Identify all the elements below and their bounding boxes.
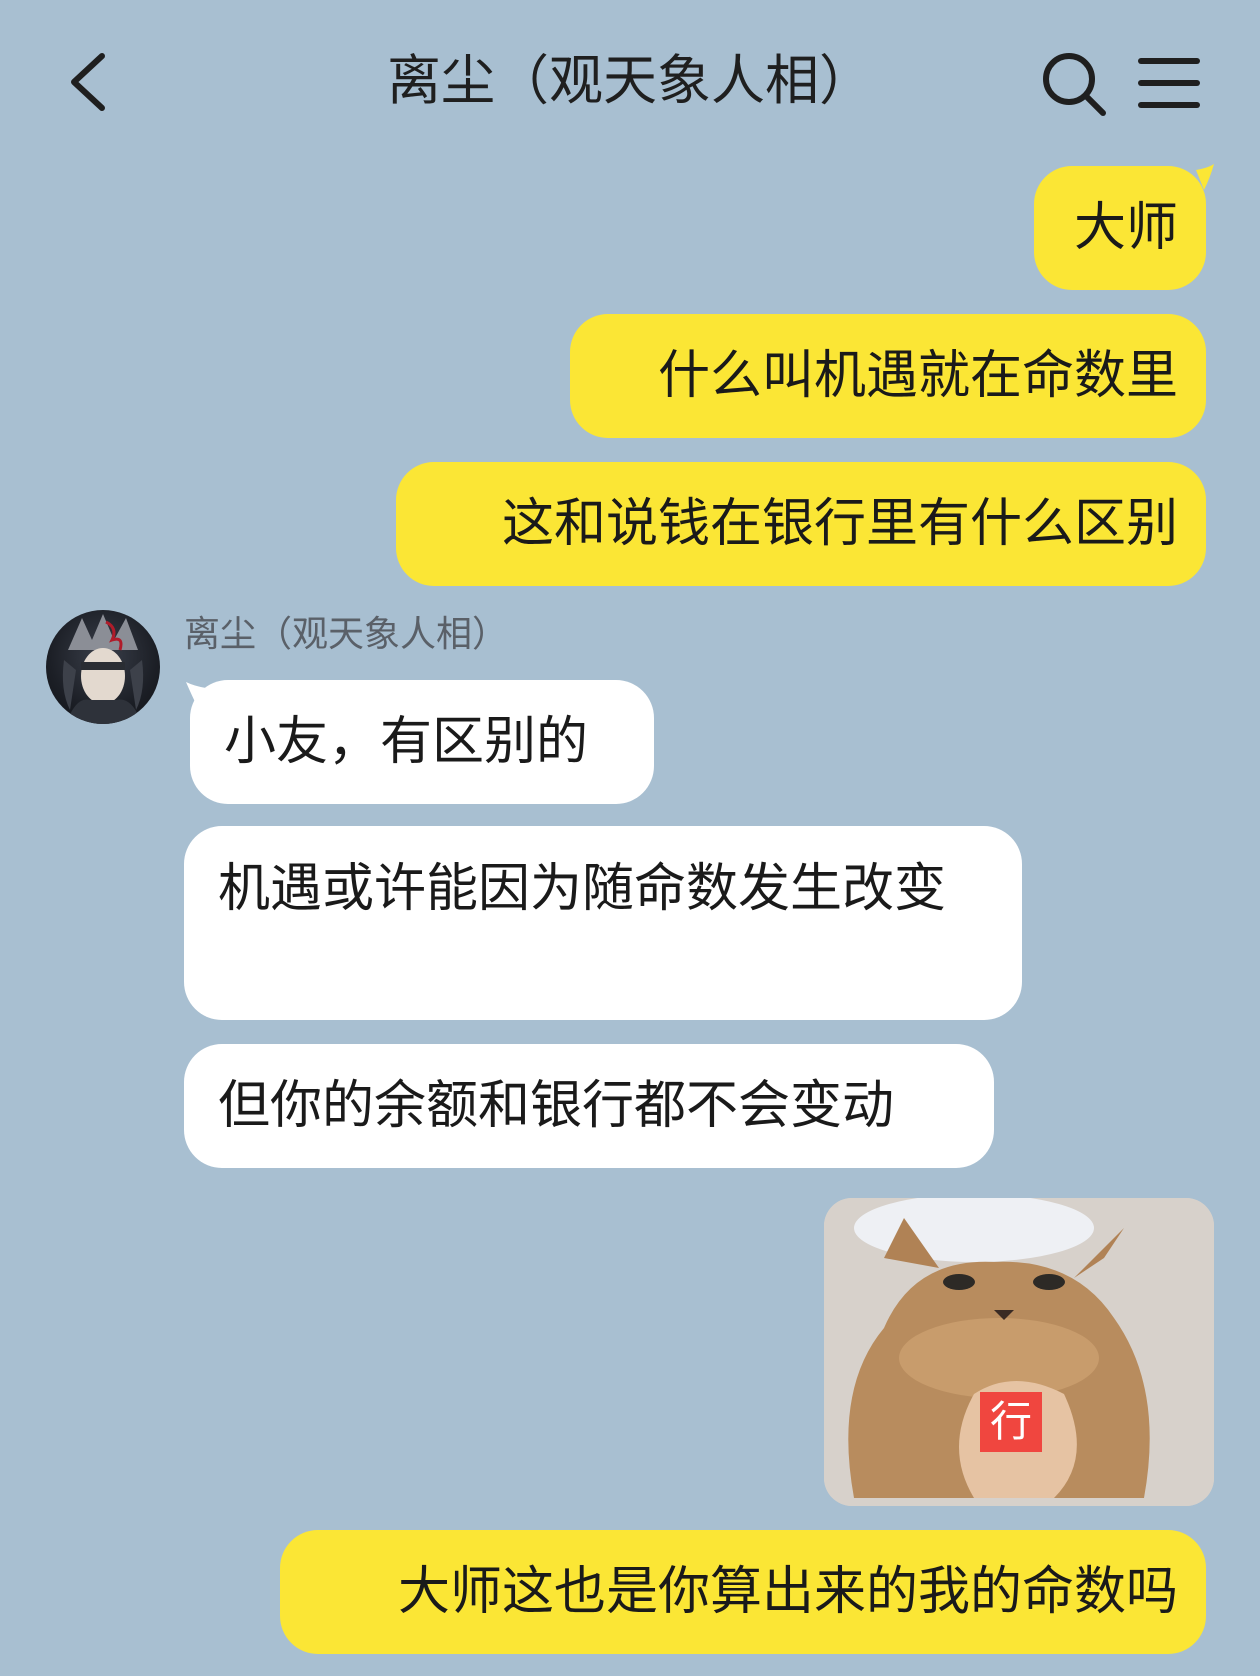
chevron-left-icon xyxy=(71,53,105,111)
incoming-message[interactable]: 机遇或许能因为随命数发生改变 xyxy=(184,826,1022,1020)
sticker-caption: 行 xyxy=(980,1392,1042,1452)
search-icon xyxy=(1043,53,1106,116)
contact-avatar[interactable] xyxy=(46,610,160,724)
search-button[interactable] xyxy=(1040,50,1108,118)
back-button[interactable] xyxy=(62,50,122,114)
cat-sticker-image xyxy=(824,1198,1214,1506)
outgoing-message[interactable]: 这和说钱在银行里有什么区别 xyxy=(396,462,1206,586)
outgoing-message[interactable]: 什么叫机遇就在命数里 xyxy=(570,314,1206,438)
chat-screen: 离尘（观天象人相） 大师 什么叫机遇就在命数里 这和说钱在银行里有什么区别 离尘… xyxy=(0,0,1260,1676)
incoming-message[interactable]: 但你的余额和银行都不会变动 xyxy=(184,1044,994,1168)
sender-name: 离尘（观天象人相） xyxy=(184,614,509,655)
sticker-message[interactable]: 行 xyxy=(824,1198,1214,1506)
chat-header: 离尘（观天象人相） xyxy=(0,0,1260,160)
avatar-image xyxy=(62,614,144,724)
hamburger-menu-icon xyxy=(1138,58,1200,108)
chat-title: 离尘（观天象人相） xyxy=(387,49,873,112)
outgoing-message[interactable]: 大师这也是你算出来的我的命数吗 xyxy=(280,1530,1206,1654)
menu-button[interactable] xyxy=(1138,56,1200,110)
incoming-message[interactable]: 小友，有区别的 xyxy=(190,680,654,804)
outgoing-message[interactable]: 大师 xyxy=(1034,166,1206,290)
